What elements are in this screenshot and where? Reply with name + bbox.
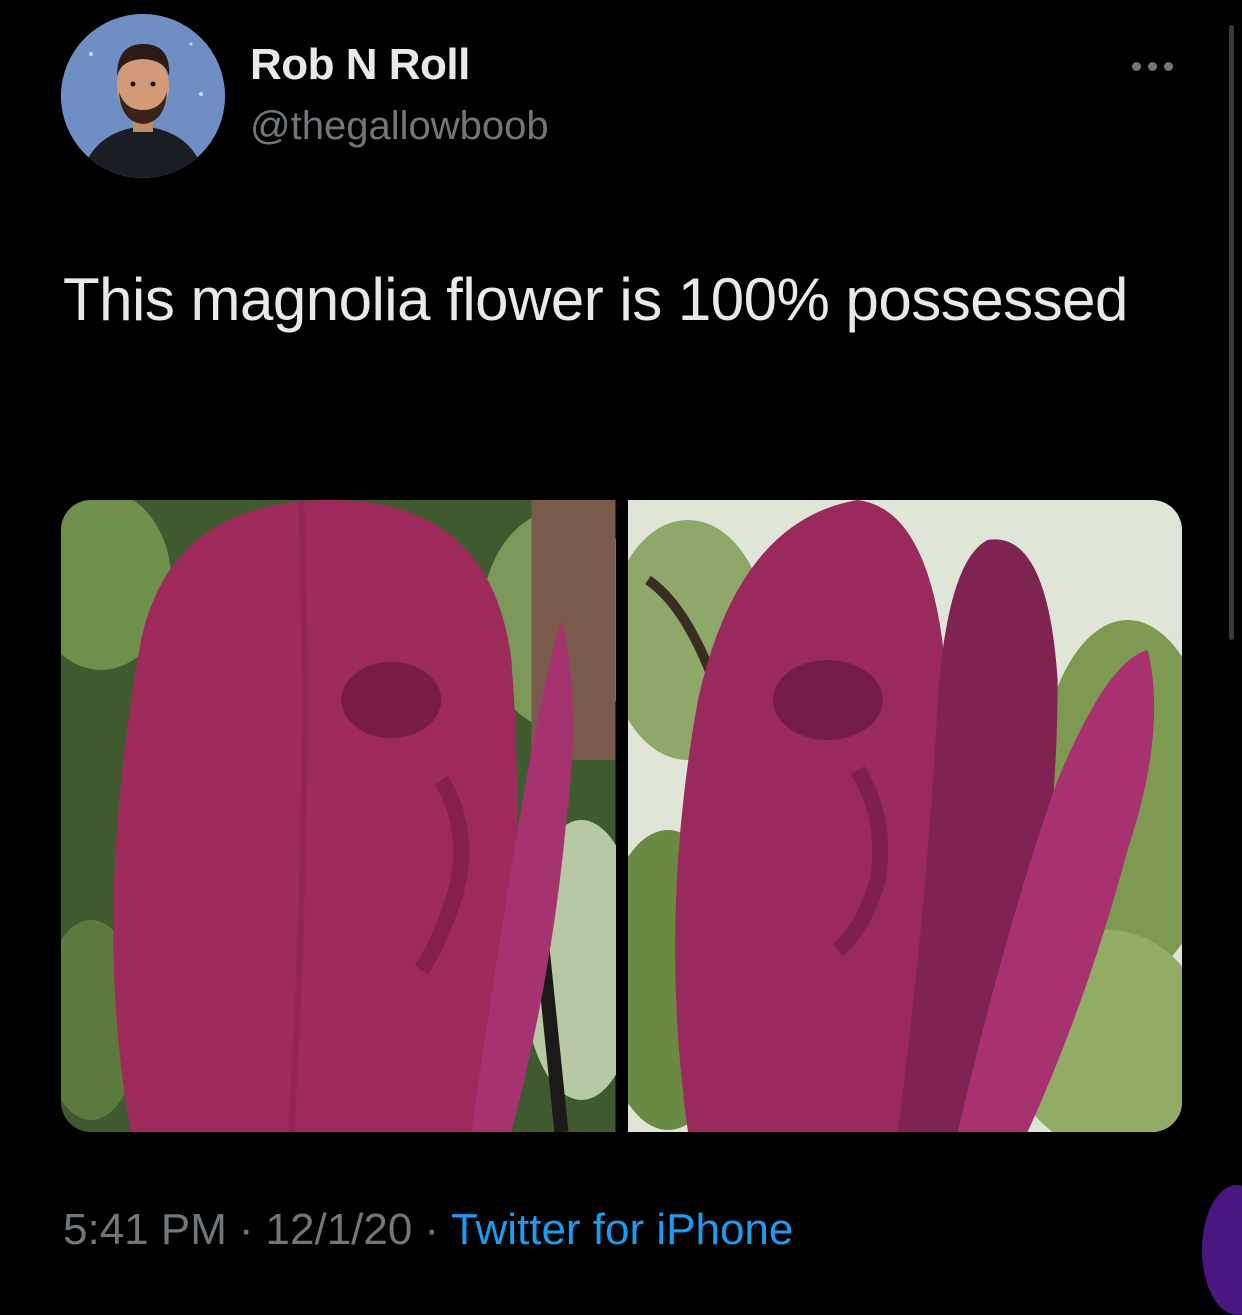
author-display-name[interactable]: Rob N Roll [250, 40, 470, 90]
tweet-time[interactable]: 5:41 PM [63, 1205, 227, 1254]
author-handle[interactable]: @thegallowboob [250, 104, 549, 149]
media-photo-2[interactable] [627, 500, 1182, 1132]
tweet-source-link[interactable]: Twitter for iPhone [451, 1205, 793, 1254]
magnolia-photo-icon [61, 500, 616, 1132]
tweet-text: This magnolia flower is 100% possessed [63, 266, 1128, 333]
dot [1132, 61, 1141, 71]
more-options-icon[interactable] [1132, 58, 1180, 74]
author-avatar[interactable] [61, 14, 225, 178]
media-photo-1[interactable] [61, 500, 616, 1132]
separator: · [238, 1205, 254, 1254]
scrollbar[interactable] [1229, 25, 1234, 640]
separator: · [424, 1205, 439, 1254]
dot [1148, 61, 1157, 71]
tweet-date[interactable]: 12/1/20 [266, 1205, 413, 1254]
tweet-footer: 5:41 PM · 12/1/20 · Twitter for iPhone [63, 1205, 793, 1255]
magnolia-photo-icon [627, 500, 1182, 1132]
avatar-icon [61, 14, 225, 178]
decorative-glow [1202, 1185, 1242, 1315]
tweet-media [61, 500, 1182, 1132]
dot [1164, 61, 1173, 71]
